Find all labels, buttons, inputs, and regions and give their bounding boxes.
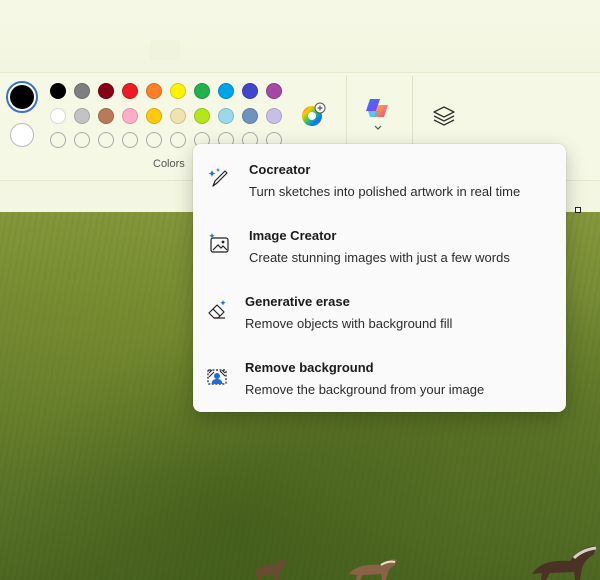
- menu-item-title: Remove background: [245, 360, 374, 375]
- color-swatch[interactable]: [74, 108, 90, 124]
- menu-item-description: Remove objects with background fill: [245, 316, 453, 331]
- color-swatch[interactable]: [242, 83, 258, 99]
- horse-image: [254, 558, 287, 580]
- color-swatch[interactable]: [194, 108, 210, 124]
- secondary-color-button[interactable]: [10, 123, 34, 147]
- custom-color-slot[interactable]: [170, 132, 186, 148]
- custom-color-slot[interactable]: [50, 132, 66, 148]
- custom-color-slot[interactable]: [74, 132, 90, 148]
- custom-color-slot[interactable]: [98, 132, 114, 148]
- primary-color-button[interactable]: [6, 81, 38, 113]
- color-swatch[interactable]: [218, 83, 234, 99]
- color-swatch[interactable]: [50, 108, 66, 124]
- menu-item-description: Turn sketches into polished artwork in r…: [249, 184, 521, 199]
- copilot-icon: [366, 99, 388, 117]
- horse-image: [532, 546, 597, 580]
- ribbon-separator: [412, 76, 413, 148]
- menu-item-description: Remove the background from your image: [245, 382, 485, 397]
- menu-item-generative-erase[interactable]: Generative erase Remove objects with bac…: [193, 288, 566, 348]
- menu-item-title: Cocreator: [249, 162, 311, 177]
- custom-color-slot[interactable]: [122, 132, 138, 148]
- color-swatch[interactable]: [98, 108, 114, 124]
- copilot-button[interactable]: [362, 96, 396, 136]
- color-swatch[interactable]: [170, 83, 186, 99]
- color-swatch[interactable]: [218, 108, 234, 124]
- custom-color-slot[interactable]: [146, 132, 162, 148]
- menu-item-description: Create stunning images with just a few w…: [249, 250, 510, 265]
- pen-sparkle-icon: [208, 168, 228, 187]
- color-swatch[interactable]: [242, 108, 258, 124]
- color-swatch[interactable]: [266, 108, 282, 124]
- primary-color-swatch: [10, 85, 34, 109]
- remove-background-icon: [207, 369, 227, 385]
- color-swatch[interactable]: [74, 83, 90, 99]
- horse-image: [349, 559, 397, 580]
- layers-icon[interactable]: [430, 102, 458, 130]
- color-swatch[interactable]: [266, 83, 282, 99]
- color-swatch[interactable]: [146, 108, 162, 124]
- color-swatch[interactable]: [122, 83, 138, 99]
- colors-group-label: Colors: [153, 158, 185, 170]
- color-swatch[interactable]: [122, 108, 138, 124]
- color-swatch[interactable]: [50, 83, 66, 99]
- image-sparkle-icon: [209, 233, 229, 253]
- canvas-resize-handle[interactable]: [575, 207, 581, 213]
- color-swatch[interactable]: [170, 108, 186, 124]
- color-swatch[interactable]: [98, 83, 114, 99]
- copilot-menu: Cocreator Turn sketches into polished ar…: [193, 144, 566, 412]
- menu-item-cocreator[interactable]: Cocreator Turn sketches into polished ar…: [193, 156, 566, 216]
- color-wheel-plus-icon[interactable]: [300, 102, 326, 128]
- menu-item-image-creator[interactable]: Image Creator Create stunning images wit…: [193, 222, 566, 282]
- title-area: [0, 0, 600, 72]
- color-swatch[interactable]: [194, 83, 210, 99]
- menu-item-title: Image Creator: [249, 228, 337, 243]
- chevron-down-icon: [374, 125, 382, 130]
- color-swatch[interactable]: [146, 83, 162, 99]
- menu-item-remove-background[interactable]: Remove background Remove the background …: [193, 354, 566, 414]
- menu-item-title: Generative erase: [245, 294, 350, 309]
- faint-tab: [150, 40, 180, 60]
- eraser-sparkle-icon: [208, 300, 226, 319]
- ribbon-separator: [346, 76, 347, 148]
